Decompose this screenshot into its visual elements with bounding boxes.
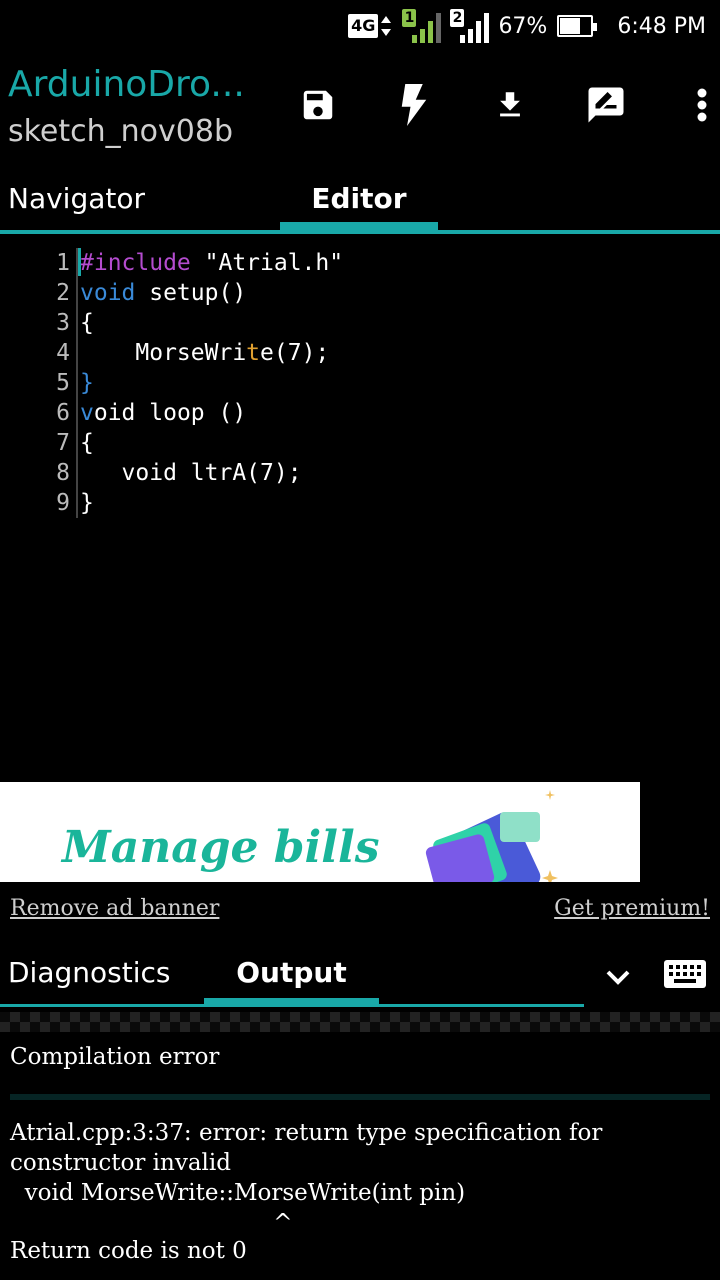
status-bar: 4G 1 2 67% 6:48 PM [0, 0, 720, 52]
code-text: } [80, 488, 94, 518]
ad-banner[interactable]: Manage bills [0, 782, 640, 882]
ad-headline: Manage bills [62, 822, 380, 873]
code-token: MorseWri [80, 340, 247, 366]
code-text: void loop () [80, 398, 246, 428]
line-number: 5 [56, 370, 70, 396]
data-arrows-icon [381, 16, 392, 36]
upload-button[interactable] [462, 76, 558, 134]
sim1-signal: 1 [402, 9, 442, 43]
wallet-illustration-icon [425, 790, 558, 882]
tab-diagnostics[interactable]: Diagnostics [8, 956, 170, 989]
line-number: 1 [56, 250, 70, 276]
serial-monitor-button[interactable] [558, 76, 654, 134]
flash-icon [401, 84, 427, 126]
edit-note-icon [588, 87, 624, 123]
return-code: Return code is not 0 [10, 1238, 247, 1264]
download-icon [500, 92, 520, 117]
tab-indicator [280, 222, 438, 230]
top-tabs: Navigator Editor [0, 172, 720, 236]
code-line[interactable]: 9} [0, 488, 94, 518]
error-message: Atrial.cpp:3:37: error: return type spec… [10, 1120, 603, 1236]
line-number: 9 [56, 490, 70, 516]
code-text: MorseWrite(7); [80, 338, 329, 368]
output-panel: Compilation error Atrial.cpp:3:37: error… [0, 1032, 720, 1280]
line-number: 6 [56, 400, 70, 426]
code-text: { [80, 428, 94, 458]
code-line[interactable]: 5} [0, 368, 94, 398]
sketch-name: sketch_nov08b [8, 114, 233, 149]
code-token: void [80, 280, 136, 306]
battery-percent: 67% [498, 13, 548, 39]
tab-output[interactable]: Output [204, 956, 379, 989]
compile-button[interactable] [366, 76, 462, 134]
line-number: 2 [56, 280, 70, 306]
keyboard-icon [664, 960, 706, 988]
code-token: v [80, 400, 94, 426]
code-line[interactable]: 7{ [0, 428, 94, 458]
collapse-panel-button[interactable] [598, 960, 638, 996]
code-token: #include [80, 250, 191, 276]
code-line[interactable]: 3{ [0, 308, 94, 338]
line-number: 8 [56, 460, 70, 486]
sim2-signal: 2 [450, 9, 490, 43]
code-text: { [80, 308, 94, 338]
code-text: } [80, 368, 94, 398]
line-number: 7 [56, 430, 70, 456]
get-premium-link[interactable]: Get premium! [554, 896, 710, 921]
bottom-tabs: Diagnostics Output [0, 944, 720, 1010]
code-line[interactable]: 6 void loop () [0, 398, 246, 428]
text-cursor [78, 248, 81, 276]
code-text: void ltrA(7); [80, 458, 302, 488]
panel-separator [0, 1012, 720, 1032]
code-line[interactable]: 4 MorseWrite(7); [0, 338, 329, 368]
overflow-menu-button[interactable] [654, 76, 720, 134]
battery-icon [557, 15, 598, 37]
code-token: void ltrA(7); [80, 460, 302, 486]
network-indicator: 4G [348, 14, 392, 38]
code-line[interactable]: 8 void ltrA(7); [0, 458, 301, 488]
gutter-divider [76, 248, 78, 518]
bottom-tab-divider [0, 1004, 584, 1007]
code-token: } [80, 370, 94, 396]
code-text: void setup() [80, 278, 246, 308]
save-icon [303, 90, 333, 120]
code-editor[interactable]: 1 #include "Atrial.h" 2 void setup() 3{4 Mor… [0, 244, 720, 780]
save-button[interactable] [270, 76, 366, 134]
code-line[interactable]: 2 void setup() [0, 278, 246, 308]
network-type: 4G [348, 14, 379, 38]
line-number: 3 [56, 310, 70, 336]
code-token: { [80, 430, 94, 456]
signal-bars-icon [412, 13, 442, 43]
more-vert-icon [697, 88, 707, 122]
app-bar: ArduinoDro... sketch_nov08b [0, 52, 720, 172]
line-number: 4 [56, 340, 70, 366]
code-token: { [80, 310, 94, 336]
code-token: oid loop () [93, 400, 247, 426]
app-title: ArduinoDro... [8, 64, 245, 105]
chevron-down-icon [606, 970, 630, 985]
keyboard-button[interactable] [662, 956, 708, 992]
compile-status: Compilation error [10, 1044, 220, 1070]
tab-navigator[interactable]: Navigator [8, 182, 145, 234]
code-text: #include "Atrial.h" [80, 248, 343, 278]
code-token: e(7); [260, 340, 330, 366]
ad-links: Remove ad banner Get premium! [0, 896, 720, 926]
clock: 6:48 PM [617, 13, 706, 39]
output-divider [10, 1094, 710, 1100]
code-token: "Atrial.h" [190, 250, 344, 276]
code-token: setup() [135, 280, 247, 306]
signal-bars-icon [460, 13, 490, 43]
code-token: } [80, 490, 94, 516]
tab-divider [0, 230, 720, 234]
code-line[interactable]: 1 #include "Atrial.h" [0, 248, 343, 278]
code-token: t [246, 340, 261, 366]
remove-ad-link[interactable]: Remove ad banner [10, 896, 219, 921]
